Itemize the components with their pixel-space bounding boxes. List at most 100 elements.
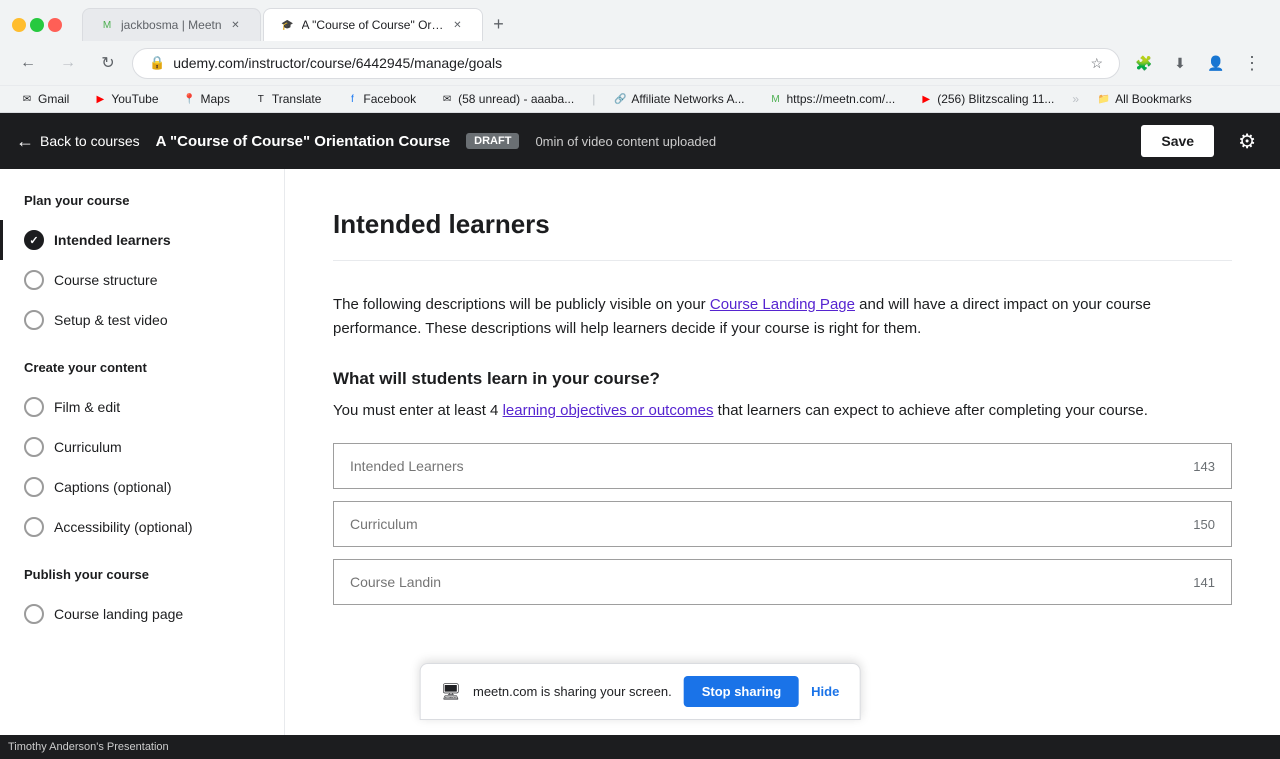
close-button[interactable]	[48, 18, 62, 32]
sidebar-item-accessibility[interactable]: Accessibility (optional)	[0, 507, 284, 547]
sidebar-section-plan: Plan your course	[0, 193, 284, 220]
tab-favicon-udemy: 🎓	[280, 17, 296, 33]
browser-tab-meetn[interactable]: M jackbosma | Meetn ✕	[82, 8, 261, 41]
sidebar-item-film-edit[interactable]: Film & edit	[0, 387, 284, 427]
bookmark-star-icon[interactable]: ☆	[1090, 55, 1103, 72]
sidebar-item-captions[interactable]: Captions (optional)	[0, 467, 284, 507]
screen-share-icon: 🖥	[441, 682, 461, 702]
stop-sharing-button[interactable]: Stop sharing	[684, 676, 799, 707]
sidebar-item-intended-learners[interactable]: ✓ Intended learners	[0, 220, 284, 260]
minimize-button[interactable]	[12, 18, 26, 32]
sub-text-prefix: You must enter at least 4	[333, 402, 503, 419]
more-bookmarks-separator: »	[1072, 92, 1079, 106]
affiliate-favicon: 🔗	[613, 92, 627, 106]
curriculum-input[interactable]	[334, 502, 1177, 546]
bookmark-facebook[interactable]: f Facebook	[337, 90, 424, 108]
sidebar-item-course-landing[interactable]: Course landing page	[0, 594, 284, 634]
bookmark-all[interactable]: 📁 All Bookmarks	[1089, 90, 1200, 108]
tab-favicon-meetn: M	[99, 17, 115, 33]
sidebar-check-intended: ✓	[24, 230, 44, 250]
sub-text-suffix: that learners can expect to achieve afte…	[714, 402, 1148, 419]
bookmarks-bar: ✉ Gmail ▶ YouTube 📍 Maps T Translate f F…	[0, 85, 1280, 112]
maps-favicon: 📍	[183, 92, 197, 106]
description-prefix: The following descriptions will be publi…	[333, 296, 710, 313]
reload-button[interactable]: ↻	[92, 47, 124, 79]
tab-close-meetn[interactable]: ✕	[228, 17, 244, 33]
char-count-intended-learners: 143	[1177, 459, 1231, 474]
description-text: The following descriptions will be publi…	[333, 293, 1232, 341]
back-arrow-icon: ←	[16, 131, 34, 152]
char-count-course-landing: 141	[1177, 575, 1231, 590]
bookmark-all-label: All Bookmarks	[1115, 92, 1192, 106]
bookmark-meetn-label: https://meetn.com/...	[786, 92, 895, 106]
sidebar-label-course-structure: Course structure	[54, 272, 157, 288]
sidebar-item-course-structure[interactable]: Course structure	[0, 260, 284, 300]
extensions-button[interactable]: 🧩	[1128, 47, 1160, 79]
char-count-curriculum: 150	[1177, 517, 1231, 532]
maximize-button[interactable]	[30, 18, 44, 32]
save-button[interactable]: Save	[1141, 125, 1214, 157]
sidebar-item-setup-test[interactable]: Setup & test video	[0, 300, 284, 340]
bookmark-translate[interactable]: T Translate	[246, 90, 330, 108]
learning-objectives-link[interactable]: learning objectives or outcomes	[503, 402, 714, 419]
sidebar-circle-film-edit	[24, 397, 44, 417]
sidebar-label-setup-test: Setup & test video	[54, 312, 168, 328]
course-landing-page-link[interactable]: Course Landing Page	[710, 296, 855, 313]
translate-favicon: T	[254, 92, 268, 106]
tab-close-udemy[interactable]: ✕	[450, 17, 466, 33]
input-row-curriculum: 150	[333, 501, 1232, 547]
facebook-favicon: f	[345, 92, 359, 106]
sidebar-label-intended-learners: Intended learners	[54, 232, 171, 248]
youtube-favicon: ▶	[93, 92, 107, 106]
back-nav-button[interactable]: ←	[12, 47, 44, 79]
bookmark-translate-label: Translate	[272, 92, 322, 106]
sidebar-circle-accessibility	[24, 517, 44, 537]
content-area: Intended learners The following descript…	[285, 169, 1280, 735]
bookmark-email[interactable]: ✉ (58 unread) - aaaba...	[432, 90, 582, 108]
profile-button[interactable]: 👤	[1200, 47, 1232, 79]
sidebar-circle-captions	[24, 477, 44, 497]
section-heading: What will students learn in your course?	[333, 369, 1232, 389]
course-title: A "Course of Course" Orientation Course	[156, 133, 451, 150]
taskbar-presentation-label: Timothy Anderson's Presentation	[8, 741, 169, 753]
lock-icon: 🔒	[149, 55, 165, 71]
bookmark-gmail[interactable]: ✉ Gmail	[12, 90, 77, 108]
bookmark-blitzscaling[interactable]: ▶ (256) Blitzscaling 11...	[911, 90, 1062, 108]
bookmark-facebook-label: Facebook	[363, 92, 416, 106]
bookmark-meetn[interactable]: M https://meetn.com/...	[760, 90, 903, 108]
gmail-favicon: ✉	[20, 92, 34, 106]
app-header: ← Back to courses A "Course of Course" O…	[0, 113, 1280, 169]
taskbar: Timothy Anderson's Presentation	[0, 735, 1280, 759]
new-tab-button[interactable]: +	[485, 11, 513, 39]
hide-banner-button[interactable]: Hide	[811, 684, 839, 699]
sidebar-section-create: Create your content	[0, 360, 284, 387]
more-menu-button[interactable]: ⋮	[1236, 47, 1268, 79]
bookmark-separator: |	[592, 92, 595, 106]
tab-title-udemy: A "Course of Course" Orientati...	[302, 18, 444, 32]
bookmark-maps[interactable]: 📍 Maps	[175, 90, 238, 108]
back-to-courses-button[interactable]: ← Back to courses	[16, 123, 140, 160]
sidebar-circle-curriculum	[24, 437, 44, 457]
input-row-intended-learners: 143	[333, 443, 1232, 489]
intended-learners-input[interactable]	[334, 444, 1177, 488]
course-landing-input[interactable]	[334, 560, 1177, 604]
screen-share-banner: 🖥 meetn.com is sharing your screen. Stop…	[420, 663, 861, 720]
forward-nav-button[interactable]: →	[52, 47, 84, 79]
bookmark-youtube[interactable]: ▶ YouTube	[85, 90, 166, 108]
address-bar[interactable]: 🔒 udemy.com/instructor/course/6442945/ma…	[132, 48, 1120, 79]
browser-tab-udemy[interactable]: 🎓 A "Course of Course" Orientati... ✕	[263, 8, 483, 41]
sidebar-label-captions: Captions (optional)	[54, 479, 172, 495]
sidebar-label-film-edit: Film & edit	[54, 399, 120, 415]
sidebar: Plan your course ✓ Intended learners Cou…	[0, 169, 285, 735]
download-button[interactable]: ⬇	[1164, 47, 1196, 79]
bookmark-affiliate[interactable]: 🔗 Affiliate Networks A...	[605, 90, 752, 108]
sub-text: You must enter at least 4 learning objec…	[333, 399, 1232, 423]
video-status-text: 0min of video content uploaded	[535, 134, 1125, 149]
bookmark-gmail-label: Gmail	[38, 92, 69, 106]
bookmark-blitzscaling-label: (256) Blitzscaling 11...	[937, 92, 1054, 106]
settings-icon[interactable]: ⚙	[1230, 121, 1264, 162]
allbookmarks-favicon: 📁	[1097, 92, 1111, 106]
bookmark-email-label: (58 unread) - aaaba...	[458, 92, 574, 106]
page-title: Intended learners	[333, 209, 1232, 261]
sidebar-item-curriculum[interactable]: Curriculum	[0, 427, 284, 467]
